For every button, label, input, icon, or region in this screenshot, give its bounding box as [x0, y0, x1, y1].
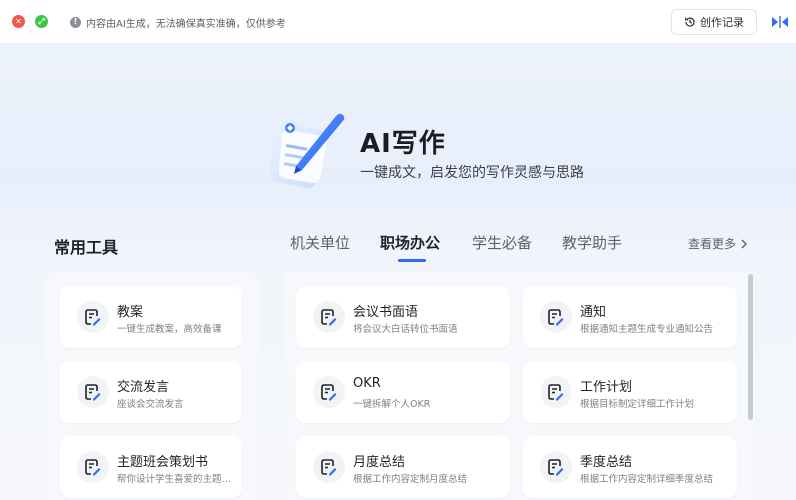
- tool-card[interactable]: 通知 根据通知主题生成专业通知公告: [523, 286, 737, 348]
- document-edit-icon: [77, 376, 109, 408]
- document-edit-icon: [313, 376, 345, 408]
- tool-card-desc: 根据工作内容定制月度总结: [353, 474, 468, 485]
- tool-card-desc: 一键拆解个人OKR: [353, 399, 431, 410]
- tool-card-title: 通知: [580, 305, 607, 320]
- document-edit-icon: [540, 451, 572, 483]
- tool-card[interactable]: 主题班会策划书 帮你设计学生喜爱的主题…: [60, 436, 242, 498]
- tool-card-title: 主题班会策划书: [117, 455, 209, 470]
- document-edit-icon: [77, 451, 109, 483]
- document-edit-icon: [77, 301, 109, 333]
- tool-card[interactable]: 月度总结 根据工作内容定制月度总结: [296, 436, 510, 498]
- ai-notice-text: 内容由AI生成，无法确保真实准确，仅供参考: [86, 18, 286, 30]
- tool-card[interactable]: 交流发言 座谈会交流发言: [60, 361, 242, 423]
- tool-card[interactable]: OKR 一键拆解个人OKR: [296, 361, 510, 423]
- tool-card-desc: 根据目标制定详细工作计划: [580, 399, 695, 410]
- title-bar: ✕ ⤢ ! 内容由AI生成，无法确保真实准确，仅供参考 创作记录: [0, 0, 796, 44]
- tool-card-title: 季度总结: [580, 455, 633, 470]
- tool-card-desc: 帮你设计学生喜爱的主题…: [117, 474, 232, 485]
- maximize-icon[interactable]: ⤢: [35, 15, 48, 28]
- document-edit-icon: [313, 301, 345, 333]
- tool-card[interactable]: 工作计划 根据目标制定详细工作计划: [523, 361, 737, 423]
- collapse-sidebar-icon[interactable]: [771, 15, 789, 29]
- tab-office[interactable]: 职场办公: [380, 232, 440, 253]
- tool-card[interactable]: 季度总结 根据工作内容定制详细季度总结: [523, 436, 737, 498]
- tab-teaching[interactable]: 教学助手: [562, 232, 622, 253]
- history-button-label: 创作记录: [700, 16, 744, 29]
- tool-card-title: 工作计划: [580, 380, 633, 395]
- ai-notice: ! 内容由AI生成，无法确保真实准确，仅供参考: [70, 14, 286, 30]
- active-tab-indicator: [398, 259, 426, 262]
- view-more-label: 查看更多: [688, 237, 737, 251]
- tool-card-desc: 座谈会交流发言: [117, 399, 184, 410]
- scrollbar[interactable]: [748, 274, 753, 420]
- tool-card[interactable]: 教案 一键生成教案，高效备课: [60, 286, 242, 348]
- tool-card-desc: 一键生成教案，高效备课: [117, 324, 222, 335]
- tool-card-title: 教案: [117, 305, 144, 320]
- section-title: 常用工具: [54, 238, 119, 257]
- document-edit-icon: [540, 376, 572, 408]
- tab-students[interactable]: 学生必备: [472, 232, 532, 253]
- tool-card-desc: 根据通知主题生成专业通知公告: [580, 324, 714, 335]
- tool-card-title: 会议书面语: [353, 305, 419, 320]
- info-icon: !: [70, 16, 81, 28]
- close-icon[interactable]: ✕: [12, 15, 25, 28]
- history-clock-icon: [685, 17, 695, 27]
- document-edit-icon: [540, 301, 572, 333]
- tool-card-title: OKR: [353, 376, 381, 391]
- ai-writing-illustration: [270, 113, 345, 189]
- tool-card-desc: 将会议大白话转位书面语: [353, 324, 458, 335]
- view-more-link[interactable]: 查看更多: [688, 235, 748, 252]
- hero-title: AI写作: [360, 129, 446, 159]
- tool-card-title: 月度总结: [353, 455, 406, 470]
- document-edit-icon: [313, 451, 345, 483]
- tool-card-desc: 根据工作内容定制详细季度总结: [580, 474, 714, 485]
- tool-card-title: 交流发言: [117, 380, 170, 395]
- tool-card[interactable]: 会议书面语 将会议大白话转位书面语: [296, 286, 510, 348]
- history-button[interactable]: 创作记录: [671, 9, 757, 35]
- hero-subtitle: 一键成文，启发您的写作灵感与思路: [360, 165, 584, 181]
- chevron-right-icon: [741, 239, 748, 248]
- tab-government[interactable]: 机关单位: [290, 232, 350, 253]
